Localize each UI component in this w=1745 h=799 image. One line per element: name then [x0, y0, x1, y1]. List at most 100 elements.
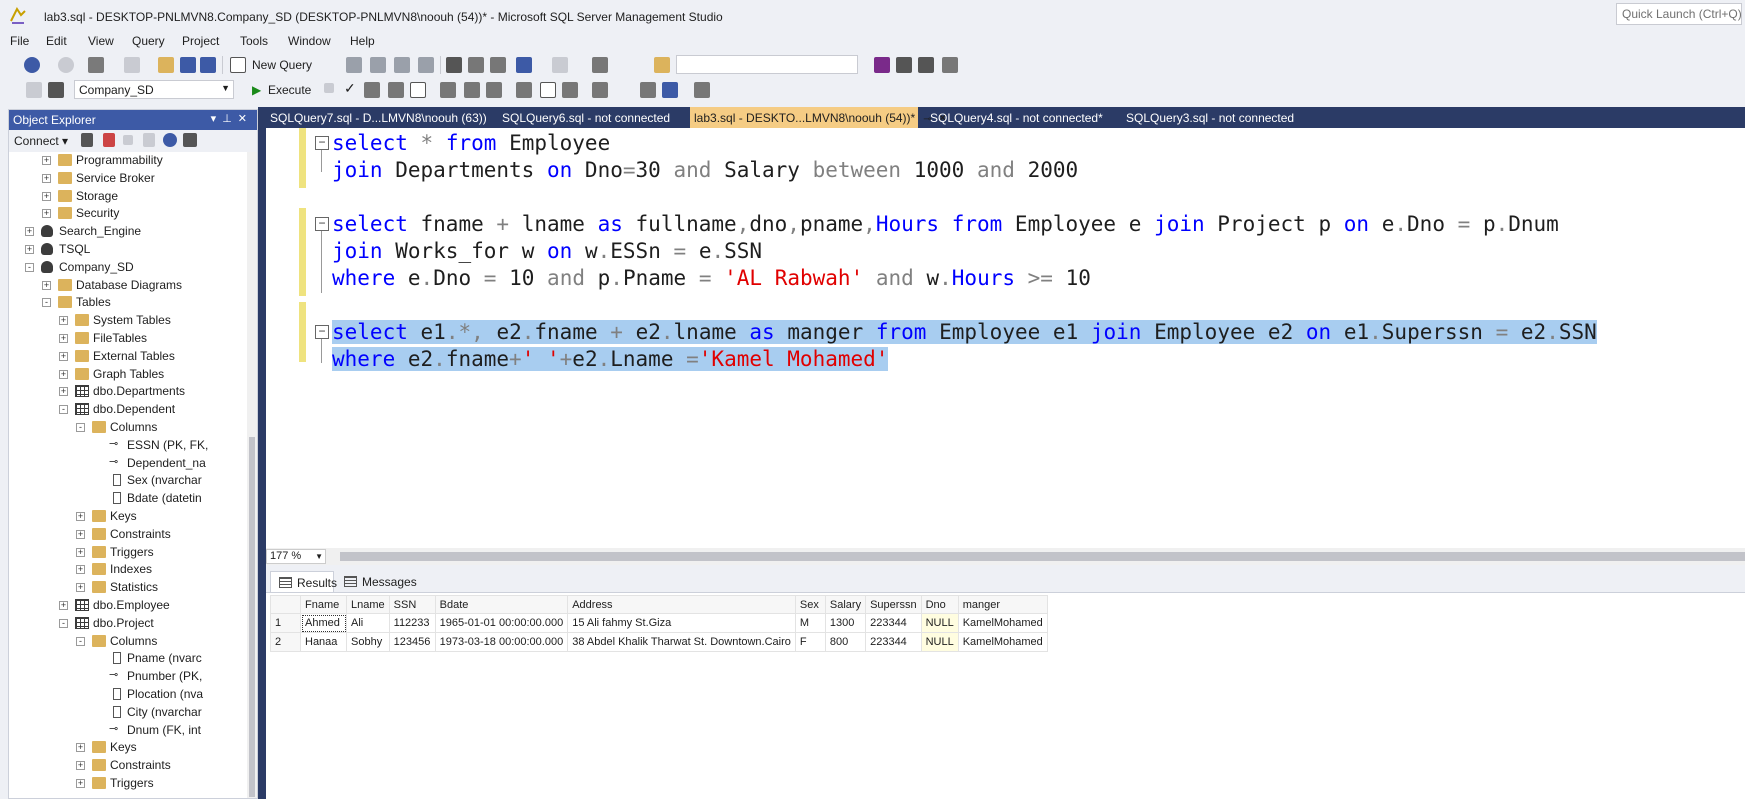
menu-query[interactable]: Query — [132, 34, 165, 48]
query-options-icon[interactable] — [388, 82, 404, 98]
expand-icon[interactable]: + — [25, 245, 34, 254]
column-header[interactable]: Lname — [346, 595, 390, 614]
refresh-icon[interactable] — [163, 133, 177, 147]
new-query-icon[interactable] — [230, 57, 246, 73]
collapse-icon[interactable]: - — [59, 618, 68, 628]
indent-icon[interactable] — [662, 82, 678, 98]
expand-icon[interactable]: + — [42, 280, 51, 290]
find-icon[interactable] — [654, 57, 670, 73]
expand-icon[interactable]: + — [76, 547, 85, 557]
window-layout-icon[interactable] — [942, 57, 958, 73]
code-line[interactable]: join Departments on Dno=30 and Salary be… — [332, 155, 1078, 185]
results-to-text-icon[interactable] — [516, 82, 532, 98]
column-header[interactable]: Salary — [824, 595, 867, 614]
table-cell[interactable]: NULL — [920, 632, 959, 652]
table-cell[interactable]: Hanaa — [300, 632, 347, 652]
code-line[interactable]: select e1.*, e2.fname + e2.lname as mang… — [332, 317, 1597, 347]
filter-icon[interactable] — [143, 133, 155, 147]
code-line[interactable]: select fname + lname as fullname,dno,pna… — [332, 209, 1559, 239]
collapse-icon[interactable]: - — [59, 405, 68, 415]
expand-icon[interactable]: + — [42, 156, 51, 165]
menu-help[interactable]: Help — [350, 34, 375, 48]
connect-oe-icon[interactable] — [81, 133, 93, 147]
collapse-icon[interactable]: − — [315, 325, 329, 339]
add-item-icon[interactable] — [124, 57, 140, 73]
row-number[interactable]: 2 — [270, 632, 301, 652]
copy-icon[interactable] — [468, 57, 484, 73]
paste-icon[interactable] — [490, 57, 506, 73]
pin-icon[interactable]: ⊥ — [222, 113, 238, 125]
new-query-button[interactable]: New Query — [252, 58, 312, 72]
collapse-icon[interactable]: - — [76, 636, 85, 646]
horizontal-scrollbar[interactable] — [340, 552, 1745, 561]
expand-icon[interactable]: + — [76, 779, 85, 788]
comment-icon[interactable] — [592, 82, 608, 98]
column-header[interactable]: SSN — [388, 595, 436, 614]
scrollbar-thumb[interactable] — [249, 437, 255, 797]
column-header[interactable]: Superssn — [865, 595, 922, 614]
mdx-query-icon[interactable] — [370, 57, 386, 73]
table-row[interactable]: 1 Ahmed Ali 112233 1965-01-01 00:00:00.000 15… — [270, 613, 1048, 633]
save-all-icon[interactable] — [200, 57, 216, 73]
tab-sqlquery3[interactable]: SQLQuery3.sql - not connected — [1122, 107, 1318, 128]
code-line[interactable]: where e.Dno = 10 and p.Pname = 'AL Rabwa… — [332, 263, 1091, 293]
menu-file[interactable]: File — [10, 34, 29, 48]
xmla-query-icon[interactable] — [418, 57, 434, 73]
column-header[interactable]: manger — [957, 595, 1048, 614]
toolbox-icon[interactable] — [918, 57, 934, 73]
table-cell[interactable]: 1965-01-01 00:00:00.000 — [434, 613, 569, 633]
expand-icon[interactable]: + — [76, 529, 85, 539]
table-cell[interactable]: F — [794, 632, 826, 652]
expand-icon[interactable]: + — [42, 173, 51, 183]
column-header[interactable]: Dno — [920, 595, 959, 614]
table-cell[interactable]: 223344 — [865, 613, 922, 633]
undo-icon[interactable] — [516, 57, 532, 73]
code-line[interactable]: select * from Employee — [332, 128, 610, 158]
outdent-icon[interactable] — [640, 82, 656, 98]
row-number[interactable]: 1 — [270, 613, 301, 633]
close-icon[interactable]: ✕ — [238, 113, 253, 125]
table-cell[interactable]: 15 Ali fahmy St.Giza — [567, 613, 796, 633]
table-cell[interactable]: 123456 — [388, 632, 436, 652]
table-cell[interactable]: Ali — [346, 613, 390, 633]
collapse-icon[interactable]: - — [25, 262, 34, 272]
expand-icon[interactable]: + — [42, 209, 51, 219]
solution-explorer-icon[interactable] — [874, 57, 890, 73]
table-cell[interactable]: KamelMohamed — [957, 632, 1048, 652]
results-grid[interactable]: Fname Lname SSN Bdate Address Sex Salary Supers… — [266, 592, 1745, 799]
client-stats-icon[interactable] — [486, 82, 502, 98]
expand-icon[interactable]: + — [42, 191, 51, 201]
table-cell[interactable]: 1973-03-18 00:00:00.000 — [434, 632, 569, 652]
expand-icon[interactable]: + — [59, 351, 68, 361]
expand-icon[interactable]: + — [76, 512, 85, 521]
disconnect-icon[interactable] — [103, 133, 115, 147]
include-plan-icon[interactable] — [440, 82, 456, 98]
expand-icon[interactable]: + — [76, 761, 85, 771]
results-to-file-icon[interactable] — [562, 82, 578, 98]
menu-view[interactable]: View — [88, 34, 114, 48]
specify-values-icon[interactable] — [694, 82, 710, 98]
forward-icon[interactable] — [58, 57, 74, 73]
expand-icon[interactable]: + — [59, 601, 68, 610]
column-header[interactable]: Address — [567, 595, 796, 614]
find-combo[interactable] — [676, 55, 858, 74]
menu-tools[interactable]: Tools — [240, 34, 268, 48]
column-header[interactable] — [270, 595, 301, 614]
properties-icon[interactable] — [896, 57, 912, 73]
parse-icon[interactable]: ✓ — [344, 80, 356, 97]
tab-messages[interactable]: Messages — [336, 571, 417, 592]
expand-icon[interactable]: + — [76, 565, 85, 575]
quick-launch-input[interactable]: Quick Launch (Ctrl+Q) — [1616, 3, 1742, 25]
table-cell[interactable]: 800 — [824, 632, 867, 652]
table-row[interactable]: 2 Hanaa Sobhy 123456 1973-03-18 00:00:00.000… — [270, 632, 1048, 652]
back-icon[interactable] — [24, 57, 40, 73]
tab-sqlquery7[interactable]: SQLQuery7.sql - D...LMVN8\noouh (63)) — [266, 107, 496, 128]
menu-edit[interactable]: Edit — [46, 34, 67, 48]
database-selector[interactable]: Company_SD ▼ — [74, 80, 234, 99]
expand-icon[interactable]: + — [59, 369, 68, 379]
live-stats-icon[interactable] — [464, 82, 480, 98]
table-cell[interactable]: KamelMohamed — [957, 613, 1048, 633]
zoom-selector[interactable]: 177 % ▼ — [266, 549, 326, 564]
collapse-icon[interactable]: - — [42, 298, 51, 308]
change-connection-icon[interactable] — [48, 82, 64, 98]
